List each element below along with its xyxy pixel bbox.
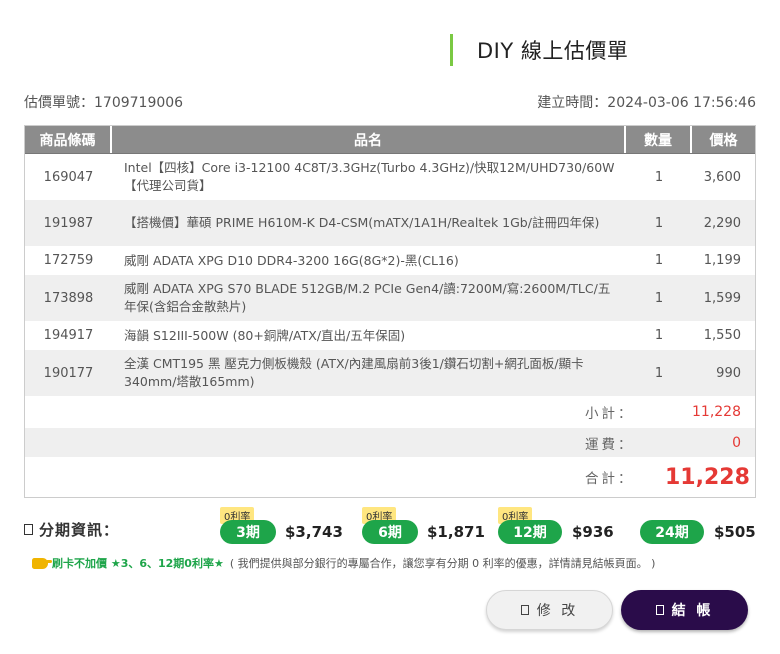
product-price: 1,199 (703, 253, 741, 268)
page-title: DIY 線上估價單 (477, 39, 629, 63)
product-code: 172759 (43, 253, 94, 268)
promo-text: ( 我們提供與部分銀行的專屬合作，讓您享有分期 0 利率的優惠，詳情請見結帳頁面… (229, 557, 656, 570)
header-product-code: 商品條碼 (25, 126, 112, 153)
product-name: 全漢 CMT195 黑 壓克力側板機殼 (ATX/內建風扇前3後1/鑽石切割+網… (124, 356, 584, 389)
shipping-value: 0 (732, 434, 741, 451)
product-name: 【搭機價】華碩 PRIME H610M-K D4-CSM(mATX/1A1H/R… (124, 215, 600, 230)
installment-label: 分期資訊： (39, 521, 120, 539)
edit-icon (520, 605, 529, 615)
installment-label-wrap: 分期資訊： (24, 519, 119, 540)
quote-table: 商品條碼 品名 數量 價格 169047 Intel【四核】Core i3-12… (24, 125, 756, 498)
table-row: 173898 威剛 ADATA XPG S70 BLADE 512GB/M.2 … (25, 275, 755, 321)
total-value: 11,228 (665, 464, 750, 490)
table-row: 191987 【搭機價】華碩 PRIME H610M-K D4-CSM(mATX… (25, 200, 755, 246)
checkout-button-label: 結 帳 (671, 603, 714, 619)
product-qty: 1 (654, 253, 664, 268)
shipping-label: 運費： (585, 436, 635, 453)
installment-amount: $936 (572, 523, 614, 541)
product-qty: 1 (654, 365, 664, 381)
product-code: 169047 (43, 169, 94, 185)
product-name: 海韻 S12III-500W (80+銅牌/ATX/直出/五年保固) (124, 327, 406, 343)
total-row: 合計： 11,228 (25, 457, 755, 497)
subtotal-row: 小計： 11,228 (25, 396, 755, 428)
product-price: 1,599 (703, 290, 741, 306)
table-row: 194917 海韻 S12III-500W (80+銅牌/ATX/直出/五年保固… (25, 321, 755, 350)
info-icon (24, 524, 33, 535)
table-row: 172759 威剛 ADATA XPG D10 DDR4-3200 16G(8G… (25, 246, 755, 275)
product-name: 威剛 ADATA XPG D10 DDR4-3200 16G(8G*2)-黑(C… (124, 252, 459, 268)
product-qty: 1 (654, 215, 664, 231)
product-qty: 1 (654, 290, 664, 306)
table-header: 商品條碼 品名 數量 價格 (25, 126, 755, 154)
installment-term: 24期 (640, 520, 704, 544)
table-row: 190177 全漢 CMT195 黑 壓克力側板機殼 (ATX/內建風扇前3後1… (25, 350, 755, 396)
product-qty: 1 (654, 328, 664, 343)
title-block: DIY 線上估價單 (450, 34, 628, 66)
quote-number: 估價單號：1709719006 (24, 95, 184, 111)
table-row: 169047 Intel【四核】Core i3-12100 4C8T/3.3GH… (25, 154, 755, 200)
edit-button[interactable]: 修 改 (486, 590, 613, 630)
checkout-button[interactable]: 結 帳 (621, 590, 748, 630)
product-name: 威剛 ADATA XPG S70 BLADE 512GB/M.2 PCIe Ge… (124, 281, 611, 314)
checkout-icon (655, 605, 664, 615)
product-code: 191987 (43, 215, 94, 231)
product-price: 3,600 (703, 169, 741, 185)
installment-term: 6期 (362, 520, 418, 544)
title-accent-bar (450, 34, 453, 66)
header-price: 價格 (709, 132, 738, 149)
product-price: 990 (716, 365, 741, 381)
shipping-row: 運費： 0 (25, 428, 755, 457)
installment-term: 12期 (498, 520, 562, 544)
pointing-hand-icon (32, 557, 52, 569)
product-code: 194917 (43, 328, 94, 343)
promo-line: 刷卡不加價 ★3、6、12期0利率★ ( 我們提供與部分銀行的專屬合作，讓您享有… (32, 555, 655, 571)
product-code: 173898 (43, 290, 94, 306)
subtotal-label: 小計： (585, 406, 635, 422)
product-price: 1,550 (703, 328, 741, 343)
product-code: 190177 (43, 365, 94, 381)
edit-button-label: 修 改 (536, 603, 579, 619)
product-name: Intel【四核】Core i3-12100 4C8T/3.3GHz(Turbo… (124, 160, 615, 193)
installment-amount: $1,871 (427, 523, 485, 541)
subtotal-value: 11,228 (692, 404, 741, 420)
total-label: 合計： (585, 471, 635, 487)
installment-amount: $505 (714, 523, 756, 541)
installment-amount: $3,743 (285, 523, 343, 541)
header-quantity: 數量 (626, 126, 692, 153)
product-qty: 1 (654, 169, 664, 185)
installment-info: 分期資訊： 0利率 3期 $3,743 0利率 6期 $1,871 0利率 12… (24, 507, 764, 545)
created-time: 建立時間：2024-03-06 17:56:46 (537, 95, 756, 111)
promo-highlight: 刷卡不加價 ★3、6、12期0利率★ (52, 557, 224, 570)
installment-term: 3期 (220, 520, 276, 544)
header-product-name: 品名 (112, 126, 626, 153)
product-price: 2,290 (703, 215, 741, 231)
